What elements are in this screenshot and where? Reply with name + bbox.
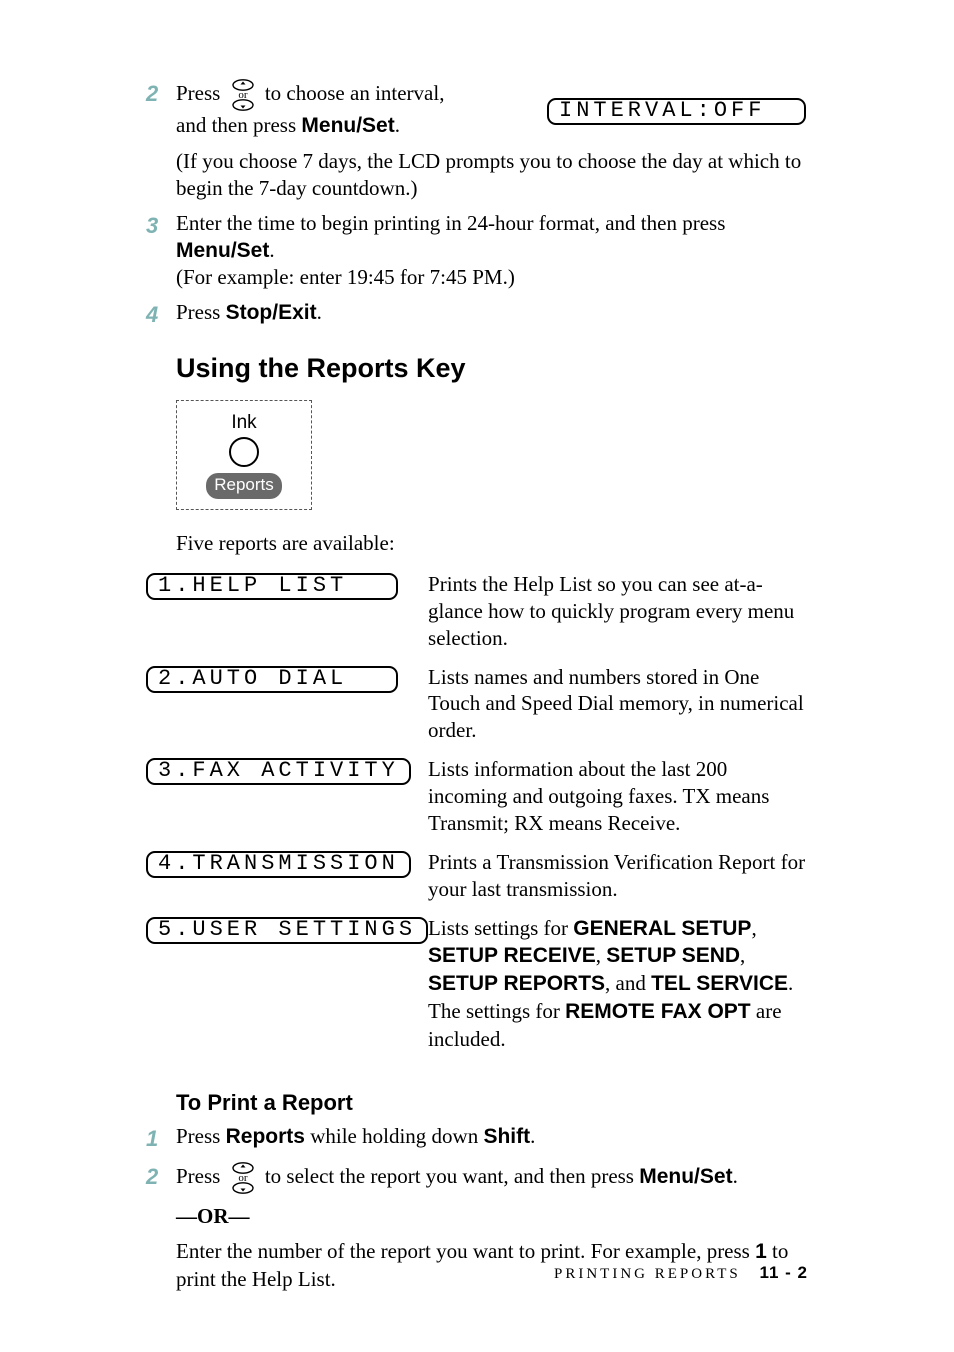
footer-label: PRINTING REPORTS <box>554 1266 741 1282</box>
or-label: —OR— <box>176 1204 250 1228</box>
step2-text-b: to choose an interval, <box>265 81 445 105</box>
pstep2-d: Enter the number of the report you want … <box>176 1239 755 1263</box>
report5-bold-0: GENERAL SETUP <box>573 917 751 940</box>
section-heading: Using the Reports Key <box>176 351 808 386</box>
page-number: 11 - 2 <box>759 1263 808 1282</box>
step-4: 4 Press Stop/Exit. <box>146 299 808 329</box>
reports-pill-label: Reports <box>206 473 282 499</box>
shift-label: Shift <box>483 1125 530 1148</box>
menu-set-label: Menu/Set <box>176 239 269 262</box>
lcd-report-2: 2.AUTO DIAL <box>146 666 398 693</box>
report-5-desc: Lists settings for GENERAL SETUP, SETUP … <box>428 909 808 1059</box>
report-1-desc: Prints the Help List so you can see at-a… <box>428 565 808 658</box>
step4-text-c: . <box>317 300 322 324</box>
report-4-desc: Prints a Transmission Verification Repor… <box>428 843 808 909</box>
reports-label: Reports <box>226 1125 305 1148</box>
print-step-1: 1 Press Reports while holding down Shift… <box>146 1123 808 1153</box>
pstep1-c: . <box>530 1124 535 1148</box>
svg-text:or: or <box>238 1172 248 1184</box>
report5-prefix: Lists settings for <box>428 916 573 940</box>
step2-text-line2c: . <box>395 113 400 137</box>
reports-intro: Five reports are available: <box>176 530 808 557</box>
report5-join-0: , <box>751 916 756 940</box>
step3-text-a: Enter the time to begin printing in 24-h… <box>176 211 725 235</box>
step-number: 2 <box>146 78 176 108</box>
step4-text-a: Press <box>176 300 226 324</box>
lcd-report-5: 5.USER SETTINGS <box>146 917 428 944</box>
ink-label: Ink <box>197 411 291 435</box>
pstep2-c: . <box>733 1164 738 1188</box>
report-row: 4.TRANSMISSION Prints a Transmission Ver… <box>146 843 808 909</box>
reports-list: 1.HELP LIST Prints the Help List so you … <box>146 565 808 1059</box>
report-row: 5.USER SETTINGS Lists settings for GENER… <box>146 909 808 1059</box>
report5-join-1: , <box>596 943 607 967</box>
pstep1-b: while holding down <box>305 1124 484 1148</box>
reports-key-graphic: Ink Reports <box>176 400 312 510</box>
stop-exit-label: Stop/Exit <box>226 301 317 324</box>
step3-text-c: . <box>269 238 274 262</box>
report-3-desc: Lists information about the last 200 inc… <box>428 750 808 843</box>
subsection-heading: To Print a Report <box>176 1089 808 1117</box>
report5-join-2: , <box>740 943 745 967</box>
report5-join-3: , and <box>605 971 651 995</box>
lcd-report-1: 1.HELP LIST <box>146 573 398 600</box>
pstep1-a: Press <box>176 1124 226 1148</box>
report5-bold-5: REMOTE FAX OPT <box>565 1000 751 1023</box>
nav-up-down-icon: or <box>226 78 260 112</box>
pstep2-a: Press <box>176 1164 226 1188</box>
menu-set-label: Menu/Set <box>301 114 394 137</box>
step-3: 3 Enter the time to begin printing in 24… <box>146 210 808 292</box>
pstep2-b: to select the report you want, and then … <box>265 1164 639 1188</box>
report-row: 1.HELP LIST Prints the Help List so you … <box>146 565 808 658</box>
svg-text:or: or <box>238 89 248 101</box>
step-number: 1 <box>146 1123 176 1153</box>
step-number: 3 <box>146 210 176 240</box>
step2-text-a: Press <box>176 81 226 105</box>
page-footer: PRINTING REPORTS 11 - 2 <box>554 1262 808 1284</box>
step3-example: (For example: enter 19:45 for 7:45 PM.) <box>176 264 808 291</box>
step-number: 4 <box>146 299 176 329</box>
report-row: 3.FAX ACTIVITY Lists information about t… <box>146 750 808 843</box>
lcd-top-interval: INTERVAL:OFF <box>547 98 806 125</box>
step2-text-line2a: and then press <box>176 113 301 137</box>
report5-bold-2: SETUP SEND <box>606 944 740 967</box>
step2-note: (If you choose 7 days, the LCD prompts y… <box>176 148 808 202</box>
report-2-desc: Lists names and numbers stored in One To… <box>428 658 808 751</box>
lcd-report-3: 3.FAX ACTIVITY <box>146 758 411 785</box>
one-label: 1 <box>755 1240 767 1263</box>
step-2: 2 Press or to choose an interval, and th… <box>146 78 808 202</box>
report5-bold-1: SETUP RECEIVE <box>428 944 596 967</box>
step-number: 2 <box>146 1161 176 1191</box>
ink-button-icon <box>229 437 259 467</box>
report5-bold-3: SETUP REPORTS <box>428 972 605 995</box>
report-row: 2.AUTO DIAL Lists names and numbers stor… <box>146 658 808 751</box>
report5-bold-4: TEL SERVICE <box>651 972 788 995</box>
menu-set-label: Menu/Set <box>639 1165 732 1188</box>
nav-up-down-icon: or <box>226 1161 260 1195</box>
lcd-report-4: 4.TRANSMISSION <box>146 851 411 878</box>
